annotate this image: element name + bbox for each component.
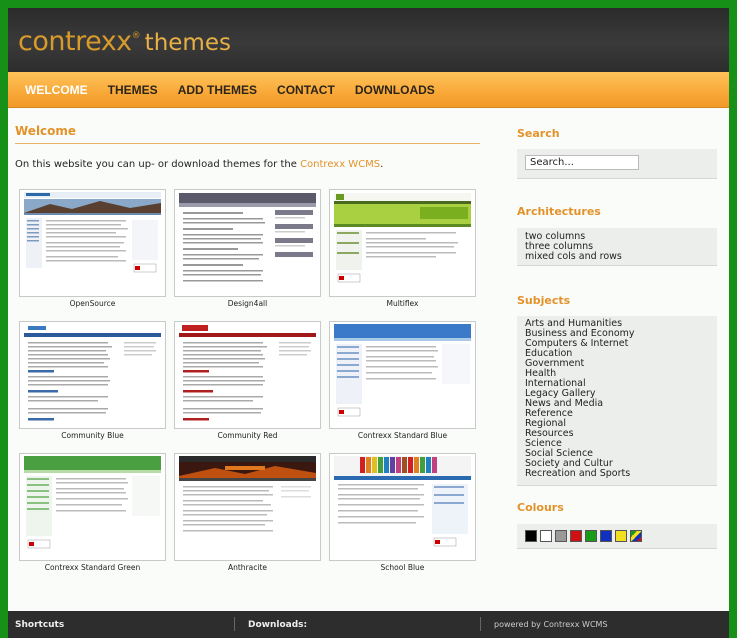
footer-divider <box>234 617 235 631</box>
intro-end: . <box>380 159 384 170</box>
theme-thumbnail-contrexx-standard-blue[interactable] <box>329 321 476 429</box>
title-divider <box>15 143 480 144</box>
theme-label[interactable]: OpenSource <box>19 299 166 308</box>
nav-item-welcome[interactable]: WELCOME <box>25 83 88 97</box>
intro-text: On this website you can up- or download … <box>15 159 297 170</box>
site-header: contrexx ® themes <box>8 8 729 72</box>
theme-label[interactable]: Community Blue <box>19 431 166 440</box>
page-title: Welcome <box>15 124 77 138</box>
community-blue-preview <box>20 322 165 428</box>
content-area: Welcome On this website you can up- or d… <box>8 109 729 609</box>
contrexx-standard-blue-preview <box>330 322 475 428</box>
colour-swatch-multicolor[interactable] <box>630 530 642 542</box>
sidebar: Search Architectures two columns three c… <box>510 109 717 609</box>
main-navigation: WELCOME THEMES ADD THEMES CONTACT DOWNLO… <box>8 72 729 108</box>
colours-swatches <box>517 524 717 549</box>
theme-thumbnail-design4all[interactable] <box>174 189 321 297</box>
search-input[interactable] <box>525 155 639 170</box>
design4all-preview <box>175 190 320 296</box>
theme-label[interactable]: Contrexx Standard Green <box>19 563 166 572</box>
subject-item[interactable]: Recreation and Sports <box>517 469 717 479</box>
page-frame: contrexx ® themes WELCOME THEMES ADD THE… <box>8 8 729 638</box>
subjects-list: Arts and Humanities Business and Economy… <box>517 316 717 486</box>
theme-label[interactable]: Community Red <box>174 431 321 440</box>
theme-thumbnail-anthracite[interactable] <box>174 453 321 561</box>
opensource-preview <box>20 190 165 296</box>
theme-label[interactable]: Anthracite <box>174 563 321 572</box>
anthracite-preview <box>175 454 320 560</box>
architectures-list: two columns three columns mixed cols and… <box>517 228 717 266</box>
theme-thumbnail-contrexx-standard-green[interactable] <box>19 453 166 561</box>
subjects-heading: Subjects <box>517 294 571 307</box>
theme-thumbnail-school-blue[interactable] <box>329 453 476 561</box>
architectures-heading: Architectures <box>517 205 601 218</box>
nav-item-themes[interactable]: THEMES <box>108 83 158 97</box>
logo-brand: contrexx <box>18 26 132 57</box>
contrexx-wcms-link[interactable]: Contrexx WCMS <box>300 159 380 170</box>
intro-paragraph: On this website you can up- or download … <box>15 159 383 170</box>
theme-label[interactable]: Contrexx Standard Blue <box>329 431 476 440</box>
community-red-preview <box>175 322 320 428</box>
theme-thumbnail-opensource[interactable] <box>19 189 166 297</box>
colour-swatch-white[interactable] <box>540 530 552 542</box>
colours-heading: Colours <box>517 501 564 514</box>
theme-thumbnail-multiflex[interactable] <box>329 189 476 297</box>
school-blue-preview <box>330 454 475 560</box>
footer-powered-by[interactable]: powered by Contrexx WCMS <box>494 620 608 629</box>
logo-registered-mark: ® <box>131 31 141 41</box>
theme-label[interactable]: Design4all <box>174 299 321 308</box>
colour-swatch-yellow[interactable] <box>615 530 627 542</box>
theme-thumbnail-community-red[interactable] <box>174 321 321 429</box>
colour-swatch-black[interactable] <box>525 530 537 542</box>
footer-shortcuts[interactable]: Shortcuts <box>15 620 64 630</box>
footer-downloads[interactable]: Downloads: <box>248 620 307 630</box>
main-column: Welcome On this website you can up- or d… <box>15 109 480 609</box>
theme-label[interactable]: School Blue <box>329 563 476 572</box>
search-heading: Search <box>517 127 560 140</box>
multiflex-preview <box>330 190 475 296</box>
colour-swatch-green[interactable] <box>585 530 597 542</box>
nav-item-downloads[interactable]: DOWNLOADS <box>355 83 435 97</box>
contrexx-standard-green-preview <box>20 454 165 560</box>
site-footer: Shortcuts Downloads: powered by Contrexx… <box>8 611 729 638</box>
colour-swatch-red[interactable] <box>570 530 582 542</box>
theme-thumbnail-community-blue[interactable] <box>19 321 166 429</box>
colour-swatch-blue[interactable] <box>600 530 612 542</box>
architecture-item[interactable]: mixed cols and rows <box>517 252 717 262</box>
site-logo[interactable]: contrexx ® themes <box>18 26 231 60</box>
footer-divider <box>480 617 481 631</box>
nav-item-contact[interactable]: CONTACT <box>277 83 335 97</box>
nav-item-add-themes[interactable]: ADD THEMES <box>178 83 257 97</box>
colour-swatch-grey[interactable] <box>555 530 567 542</box>
search-box <box>517 149 717 179</box>
logo-subtitle: themes <box>144 30 231 56</box>
theme-label[interactable]: Multiflex <box>329 299 476 308</box>
